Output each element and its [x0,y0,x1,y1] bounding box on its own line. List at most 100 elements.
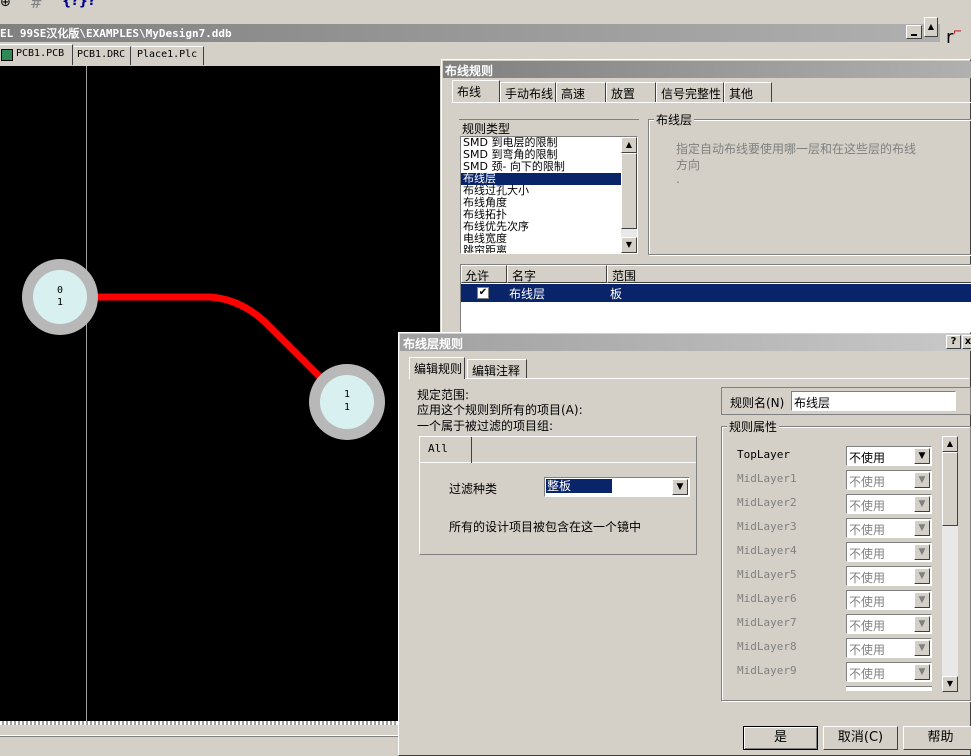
tab-edit-rule[interactable]: 编辑规则 [409,357,465,379]
layer-row: MidLayer8 不使用 ▼ [727,636,937,660]
tab-pcb1-drc[interactable]: PCB1.DRC [74,46,131,65]
chevron-down-icon[interactable]: ▼ [914,640,930,656]
layer-rule-titlebar: 布线层规则 ? x [400,334,971,351]
close-icon[interactable]: x [962,335,971,349]
rules-table[interactable]: 允许 名字 范围 ✔ 布线层 板 [460,264,971,340]
layer-row-partial [846,686,932,691]
rule-type-item[interactable]: 跳帘距离 [461,245,637,254]
filter-kind-select[interactable]: 整板 ▼ [544,477,690,497]
description-group [648,119,971,255]
table-row[interactable]: ✔ 布线层 板 [461,284,971,302]
scroll-up-arrow-icon[interactable]: ▲ [621,137,637,153]
help-cursor-icon[interactable]: {?}? [62,0,96,9]
layer-direction-select[interactable]: 不使用 ▼ [846,638,932,658]
filter-tab-all[interactable]: All [420,437,472,463]
pad2-number-label: 1 [344,402,351,413]
chevron-down-icon[interactable]: ▼ [914,616,930,632]
copper-track [60,293,348,405]
pad1-number-label: 1 [57,297,64,308]
enabled-checkbox[interactable]: ✔ [477,287,489,299]
scroll-up-arrow-icon[interactable]: ▲ [942,436,958,452]
chevron-down-icon[interactable]: ▼ [914,472,930,488]
routing-rules-dialog: 布线规则 布线 手动布线 高速 放置 信号完整性 其他 规则类型 SMD 到电层… [441,59,971,340]
layer-row: MidLayer6 不使用 ▼ [727,588,937,612]
scroll-down-arrow-icon[interactable]: ▼ [621,237,637,253]
tab-edit-notes[interactable]: 编辑注释 [467,359,527,379]
description-group-title: 布线层 [654,111,695,128]
rule-name-label: 规则名(N) [730,396,785,410]
layer-direction-select[interactable]: 不使用 ▼ [846,614,932,634]
tab-placement[interactable]: 放置 [606,82,656,102]
tab-pcb1-pcb[interactable]: PCB1.PCB [0,44,73,65]
col-header-enabled[interactable]: 允许 [461,265,507,283]
layer-direction-select[interactable]: 不使用 ▼ [846,542,932,562]
rule-name-input[interactable]: 布线层 [791,391,956,411]
layer-direction-select[interactable]: 不使用 ▼ [846,566,932,586]
layer-row: MidLayer9 不使用 ▼ [727,660,937,684]
grid-icon[interactable]: # [30,0,43,12]
main-toolbar: ⊕ # {?}? [0,0,971,16]
filter-kind-label: 过滤种类 [449,482,498,496]
layer-list-scrollbar[interactable]: ▲ ▼ [942,436,958,692]
chevron-down-icon[interactable]: ▼ [914,568,930,584]
tab-manual-routing[interactable]: 手动布线 [500,82,556,102]
document-path-title: EL 99SE汉化版\EXAMPLES\MyDesign7.ddb [0,27,232,40]
chevron-down-icon[interactable]: ▼ [914,520,930,536]
scroll-up-button[interactable]: ▲ [924,17,938,37]
tab-routing[interactable]: 布线 [452,80,500,102]
pcb-canvas[interactable]: 0 1 1 1 [0,66,440,721]
scope-apply-all[interactable]: 应用这个规则到所有的项目(A): [417,401,583,418]
rule-type-label: 规则类型 [462,122,511,136]
chevron-down-icon[interactable]: ▼ [914,592,930,608]
pcb-doc-icon [1,49,13,61]
layer-row: MidLayer7 不使用 ▼ [727,612,937,636]
col-header-scope[interactable]: 范围 [607,265,971,283]
scroll-thumb[interactable] [942,452,958,526]
layer-row: MidLayer5 不使用 ▼ [727,564,937,588]
chevron-down-icon[interactable]: ▼ [672,479,688,495]
layer-rule-tabs: 编辑规则 编辑注释 [409,357,549,379]
scope-filtered-group[interactable]: 一个属于被过滤的项目组: [417,417,553,434]
tab-place1-plc[interactable]: Place1.Plc [132,46,204,65]
help-button[interactable]: 帮助 [903,726,971,750]
layer-row: MidLayer3 不使用 ▼ [727,516,937,540]
rule-properties-title: 规则属性 [727,418,780,435]
layer-row: TopLayer 不使用 ▼ [727,444,937,468]
pcb-drawing [22,66,385,721]
rule-description: 指定自动布线要使用哪一层和在这些层的布线方向 [676,142,917,172]
chevron-down-icon[interactable]: ▼ [914,496,930,512]
ok-button[interactable]: 是 [743,726,818,750]
tab-other[interactable]: 其他 [724,82,772,102]
rules-table-header: 允许 名字 范围 [461,265,971,283]
scroll-down-arrow-icon[interactable]: ▼ [942,676,958,692]
document-tabs: PCB1.PCB PCB1.DRC Place1.Plc [0,44,440,66]
layer-direction-select[interactable]: 不使用 ▼ [846,518,932,538]
tab-signal-integrity[interactable]: 信号完整性 [656,82,724,102]
layer-direction-select[interactable]: 不使用 ▼ [846,494,932,514]
col-header-name[interactable]: 名字 [507,265,607,283]
layer-direction-select[interactable]: 不使用 ▼ [846,590,932,610]
routing-rules-titlebar: 布线规则 [443,61,971,78]
route-tool-badge-icon: ⌐ [953,25,963,38]
cancel-button[interactable]: 取消(C) [823,726,898,750]
chevron-down-icon[interactable]: ▼ [914,664,930,680]
layer-direction-select[interactable]: 不使用 ▼ [846,470,932,490]
filter-description: 所有的设计项目被包含在这一个镜中 [449,520,642,534]
rule-list-scrollbar[interactable]: ▲ ▼ [621,137,637,253]
pad1-net-label: 0 [57,285,64,296]
help-button-icon[interactable]: ? [946,335,961,349]
chevron-down-icon[interactable]: ▼ [914,544,930,560]
zoom-icon[interactable]: ⊕ [0,0,11,10]
layer-direction-select[interactable]: 不使用 ▼ [846,446,932,466]
routing-rules-tabs: 布线 手动布线 高速 放置 信号完整性 其他 [452,80,971,104]
minimize-button[interactable] [906,25,922,39]
tab-high-speed[interactable]: 高速 [556,82,606,102]
scroll-thumb[interactable] [621,153,637,229]
document-titlebar: EL 99SE汉化版\EXAMPLES\MyDesign7.ddb [0,24,944,42]
rule-type-list[interactable]: SMD 到电层的限制 SMD 到弯角的限制 SMD 颈- 向下的限制 布线层 布… [460,136,638,254]
layer-list: TopLayer 不使用 ▼ MidLayer1 不使用 ▼ MidLayer2 不… [727,441,937,691]
layer-row: MidLayer1 不使用 ▼ [727,468,937,492]
layer-direction-select[interactable]: 不使用 ▼ [846,662,932,682]
chevron-down-icon[interactable]: ▼ [914,448,930,464]
layer-row: MidLayer2 不使用 ▼ [727,492,937,516]
